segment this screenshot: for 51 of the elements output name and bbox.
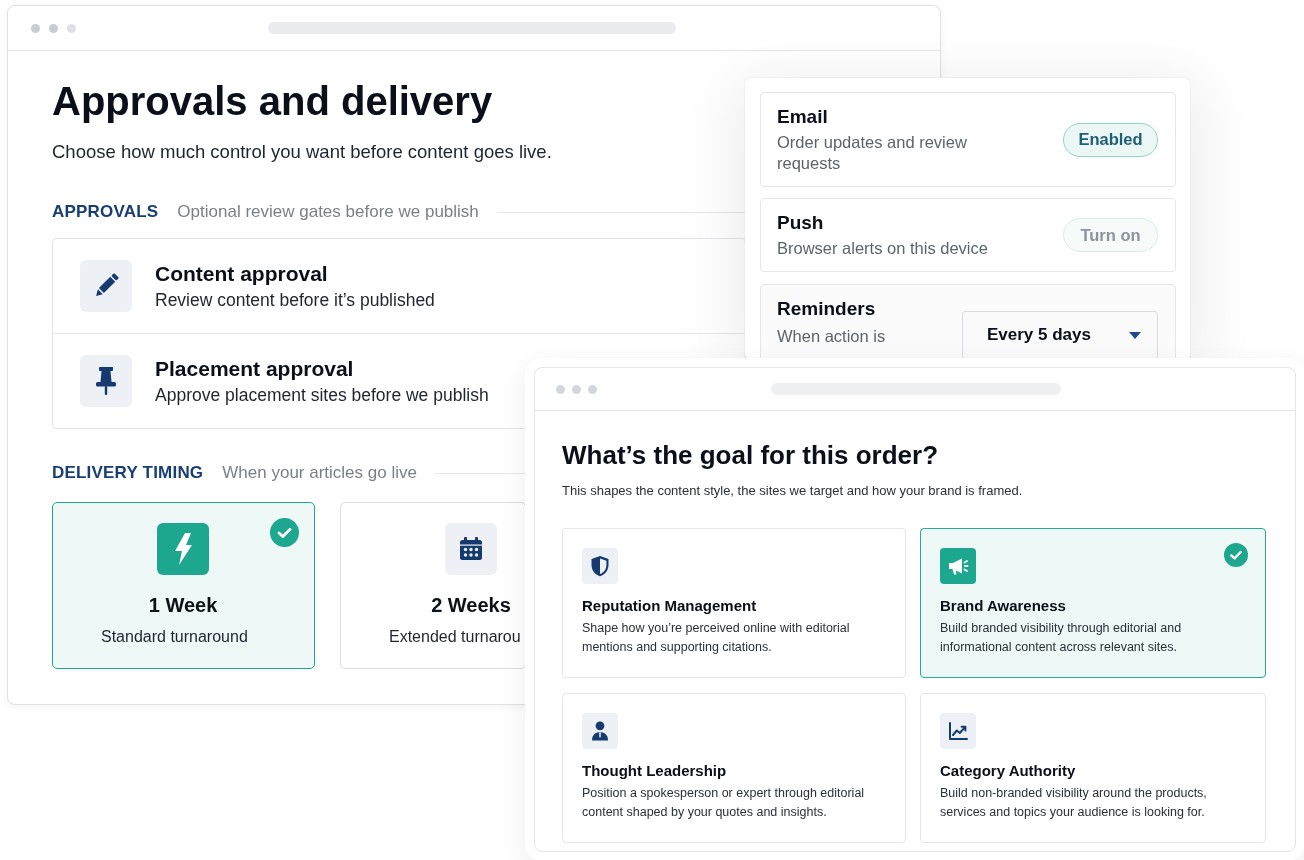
caret-icon xyxy=(1129,331,1141,339)
goal-option-card[interactable]: Category Authority Build non-branded visibility around the products, services and topics your audience is looking for. xyxy=(920,693,1266,843)
person-icon xyxy=(582,713,618,749)
section-description: Optional review gates before we publish xyxy=(177,201,479,223)
megaphone-icon xyxy=(940,548,976,584)
check-icon xyxy=(270,518,299,547)
toggle-button[interactable]: Enabled xyxy=(1063,122,1158,157)
option-description: Extended turnarou xyxy=(388,627,521,647)
dialog-title: What’s the goal for this order? xyxy=(562,439,939,471)
goal-title: Category Authority xyxy=(940,761,1076,781)
setting-title: Reminders xyxy=(777,297,877,321)
check-icon xyxy=(1224,543,1248,567)
shield-icon xyxy=(582,548,618,584)
pushpin-icon xyxy=(80,355,132,407)
calendar-icon xyxy=(445,523,497,575)
page-subtitle: Choose how much control you want before content goes live. xyxy=(52,140,552,164)
frequency-dropdown[interactable]: Every 5 days xyxy=(962,311,1158,359)
delivery-option-card[interactable]: 1 Week Standard turnaround xyxy=(52,502,315,669)
setting-title: Push xyxy=(777,211,825,235)
goal-title: Brand Awareness xyxy=(940,596,1066,616)
trend-chart-icon xyxy=(940,713,976,749)
page-title: Approvals and delivery xyxy=(52,78,493,125)
goal-title: Reputation Management xyxy=(582,596,757,616)
goal-option-card[interactable]: Thought Leadership Position a spokesperson or expert through editorial content shaped by your quotes and insights. xyxy=(562,693,906,843)
section-label: DELIVERY TIMING xyxy=(52,462,204,484)
lightning-icon xyxy=(157,523,209,575)
approval-description: Review content before it’s published xyxy=(155,289,435,311)
pencil-icon xyxy=(80,260,132,312)
delivery-option-card[interactable]: 2 Weeks Extended turnarou xyxy=(340,502,526,669)
approval-description: Approve placement sites before we publish xyxy=(155,384,489,406)
option-title: 2 Weeks xyxy=(431,593,511,617)
goal-option-card[interactable]: Reputation Management Shape how you’re perceived online with editorial mentions and supporting citations. xyxy=(562,528,906,678)
goal-title: Thought Leadership xyxy=(582,761,727,781)
goal-description: Build non-branded visibility around the products, services and topics your audience is looking for. xyxy=(940,784,1208,821)
setting-description: When action is xyxy=(777,326,886,347)
approval-title: Content approval xyxy=(155,261,329,287)
goal-option-card[interactable]: Brand Awareness Build branded visibility through editorial and informational content across relevant sites. xyxy=(920,528,1266,678)
section-label: APPROVALS xyxy=(52,201,159,223)
goal-description: Shape how you’re perceived online with editorial mentions and supporting citations. xyxy=(582,619,851,656)
option-title: 1 Week xyxy=(148,593,218,617)
setting-description: Browser alerts on this device xyxy=(777,238,988,259)
window-dots-icon xyxy=(556,384,597,394)
approval-title: Placement approval xyxy=(155,356,355,382)
setting-title: Email xyxy=(777,105,829,129)
goal-description: Build branded visibility through editorial and informational content across relevant sites. xyxy=(940,619,1183,656)
window-dots-icon xyxy=(30,23,76,33)
dialog-subtitle: This shapes the content style, the sites we target and how your brand is framed. xyxy=(562,482,1023,500)
option-description: Standard turnaround xyxy=(100,627,248,647)
section-description: When your articles go live xyxy=(222,462,417,484)
goal-description: Position a spokesperson or expert through editorial content shaped by your quotes and insights. xyxy=(582,784,866,821)
setting-description: Order updates and review requests xyxy=(777,132,968,174)
